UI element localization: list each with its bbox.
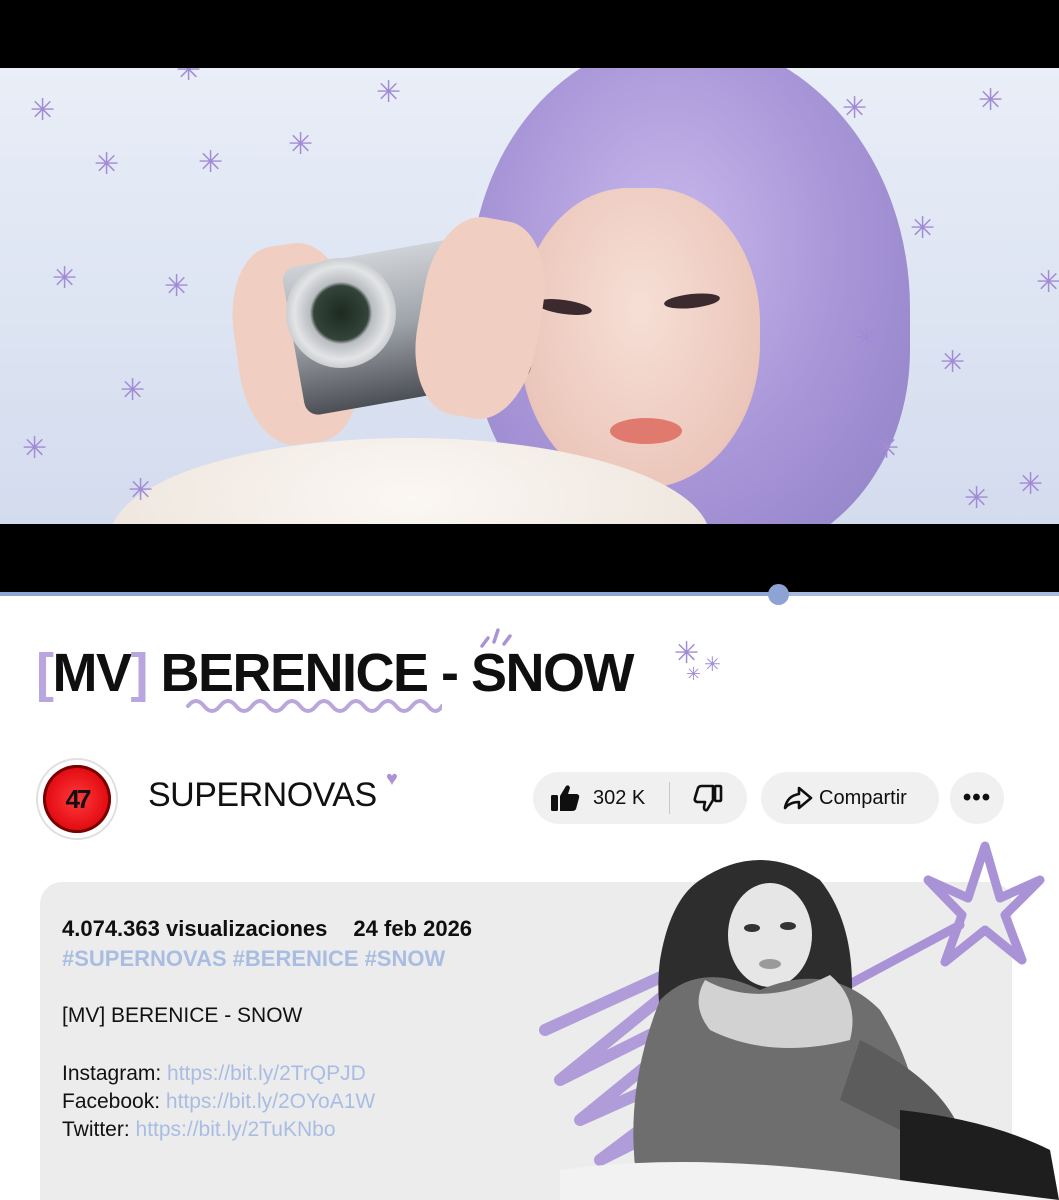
instagram-line: Instagram: https://bit.ly/2TrQPJD <box>62 1062 366 1086</box>
camera-lens <box>286 258 396 368</box>
snowflake-icon: ✳ <box>30 93 56 128</box>
description-box[interactable]: 4.074.363 visualizaciones 24 feb 2026 #SU… <box>40 882 1012 1200</box>
snowflake-icon: ✳ <box>1036 265 1059 300</box>
facebook-line: Facebook: https://bit.ly/2OYoA1W <box>62 1090 375 1114</box>
instagram-label: Instagram: <box>62 1062 168 1085</box>
hashtags: #SUPERNOVAS #BERENICE #SNOW <box>62 946 451 972</box>
title-mv: MV <box>52 643 132 703</box>
snowflake-icon: ✳ <box>288 127 314 162</box>
title-bracket-close: ] <box>130 643 148 703</box>
twitter-label: Twitter: <box>62 1118 136 1141</box>
snowflake-icon: ✳ <box>376 75 402 110</box>
snowflake-icon: ✳ <box>704 652 721 676</box>
share-button[interactable]: Compartir <box>761 772 939 824</box>
snowflake-icon: ✳ <box>910 211 936 246</box>
heart-icon: ♥ <box>386 768 398 790</box>
twitter-link[interactable]: https://bit.ly/2TuKNbo <box>136 1118 336 1141</box>
progress-scrubber[interactable] <box>768 584 789 605</box>
facebook-link[interactable]: https://bit.ly/2OYoA1W <box>166 1090 375 1113</box>
share-label: Compartir <box>819 786 907 809</box>
more-actions-button[interactable]: ••• <box>950 772 1004 824</box>
channel-logo-mark: 47 <box>65 783 92 814</box>
channel-avatar[interactable]: 47 <box>36 758 118 840</box>
snowflake-icon: ✳ <box>842 91 868 126</box>
snowflake-icon: ✳ <box>964 481 990 516</box>
snowflake-icon: ✳ <box>1018 467 1044 502</box>
instagram-link[interactable]: https://bit.ly/2TrQPJD <box>167 1062 366 1085</box>
snowflake-icon: ✳ <box>686 664 702 685</box>
title-bracket-open: [ <box>36 643 54 703</box>
snowflake-icon: ✳ <box>176 68 202 88</box>
thumbs-down-icon <box>693 784 723 812</box>
snowflake-icon: ✳ <box>52 261 78 296</box>
snowflake-icon: ✳ <box>94 147 120 182</box>
like-button[interactable]: 302 K <box>533 772 669 824</box>
channel-name[interactable]: SUPERNOVAS <box>148 776 377 815</box>
snowflake-icon: ✳ <box>22 431 48 466</box>
thumbs-up-icon <box>551 785 580 811</box>
progress-bar[interactable] <box>0 592 1059 596</box>
lips <box>610 418 682 444</box>
sparkle-doodle <box>480 628 512 648</box>
more-icon: ••• <box>962 784 992 811</box>
description-title: [MV] BERENICE - SNOW <box>62 1004 303 1027</box>
like-dislike-group: 302 K <box>533 772 747 824</box>
snowflake-icon: ✳ <box>874 431 900 466</box>
view-count: 4.074.363 visualizaciones <box>62 916 328 941</box>
progress-fill <box>0 592 779 596</box>
channel-logo: 47 <box>43 765 111 833</box>
video-meta: 4.074.363 visualizaciones 24 feb 2026 <box>62 916 472 942</box>
snowflake-icon: ✳ <box>198 145 224 180</box>
snowflake-icon: ✳ <box>164 269 190 304</box>
hashtag-link[interactable]: #SUPERNOVAS <box>62 946 227 971</box>
dislike-button[interactable] <box>670 772 746 824</box>
snowflake-icon: ✳ <box>940 345 966 380</box>
like-count: 302 K <box>593 786 646 809</box>
hashtag-link[interactable]: #BERENICE <box>233 946 359 971</box>
twitter-line: Twitter: https://bit.ly/2TuKNbo <box>62 1118 336 1142</box>
video-frame[interactable]: ✳ ✳ ✳ ✳ ✳ ✳ ✳ ✳ ✳ ✳ ✳ ✳ ✳ ✳ ✳ ✳ ✳ ✳ ✳ ✳ <box>0 68 1059 524</box>
snowflake-icon: ✳ <box>128 473 154 508</box>
upload-date: 24 feb 2026 <box>353 916 473 941</box>
video-player[interactable]: ✳ ✳ ✳ ✳ ✳ ✳ ✳ ✳ ✳ ✳ ✳ ✳ ✳ ✳ ✳ ✳ ✳ ✳ ✳ ✳ <box>0 0 1059 592</box>
snowflake-icon: ✳ <box>120 373 146 408</box>
facebook-label: Facebook: <box>62 1090 166 1113</box>
share-arrow-icon <box>783 786 813 810</box>
snowflake-icon: ✳ <box>854 321 880 356</box>
squiggle-underline-doodle <box>186 699 442 713</box>
snowflake-icon: ✳ <box>978 83 1004 118</box>
hashtag-link[interactable]: #SNOW <box>365 946 446 971</box>
